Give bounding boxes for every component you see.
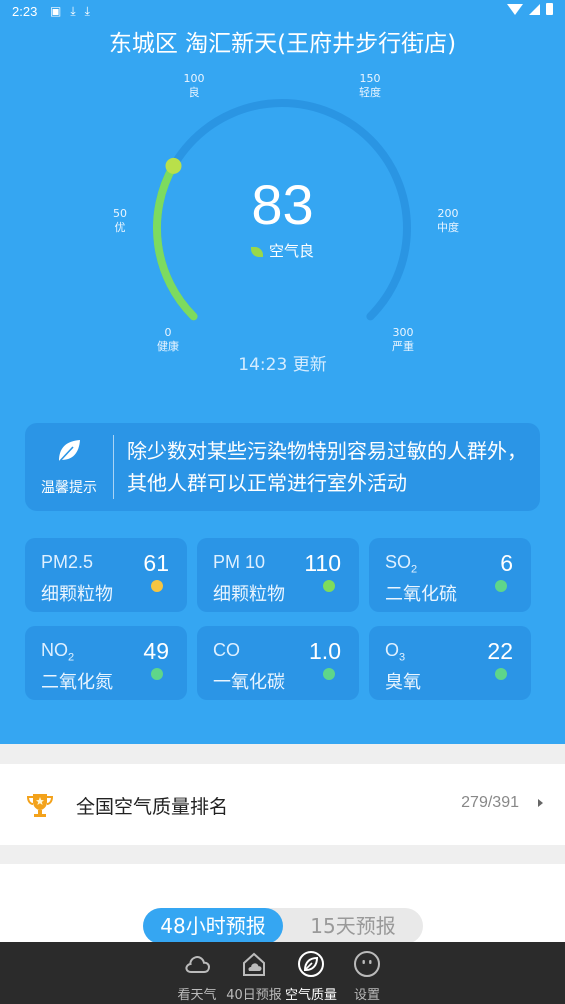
pollutant-value: 6 (500, 550, 513, 576)
bottom-nav: 看天气 40日预报 空气质量 设置 (0, 942, 565, 1004)
leaf-icon (250, 246, 263, 257)
leaf-icon (58, 440, 80, 463)
pollutant-description: 二氧化氮 (41, 672, 113, 693)
pollutant-card[interactable]: NO2 二氧化氮 49 (25, 626, 187, 700)
aqi-level: 空气良 (0, 240, 565, 261)
tip-text: 除少数对某些污染物特别容易过敏的人群外，其他人群可以正常进行室外活动 (127, 439, 527, 495)
pollutant-value: 1.0 (309, 638, 341, 664)
tip-divider (113, 435, 114, 499)
pollutant-card[interactable]: PM 10 细颗粒物 110 (197, 538, 359, 612)
leaf-circle-icon (298, 951, 324, 977)
tick-100: 100 良 (169, 72, 219, 100)
status-bar: 2:23 ▣ ⤓ ⤓ (0, 0, 565, 24)
tip-icon-area: 温馨提示 (25, 423, 113, 511)
pollutant-subscript: 2 (68, 651, 75, 664)
nav-settings[interactable]: 设置 (337, 942, 397, 1004)
pollutant-name: O3 (385, 640, 405, 664)
tick-150: 150 轻度 (345, 72, 395, 100)
pollutant-description: 细颗粒物 (213, 584, 285, 605)
pollutant-symbol: PM 10 (213, 552, 266, 572)
pollutant-symbol: CO (213, 640, 240, 660)
pollutant-symbol: SO (385, 552, 412, 572)
pollutant-symbol: NO (41, 640, 68, 660)
status-right (507, 3, 553, 15)
cloud-icon (185, 956, 211, 973)
location-title[interactable]: 东城区 淘汇新天(王府井步行街店) (0, 24, 565, 58)
tip-title: 温馨提示 (41, 480, 97, 496)
status-time: 2:23 (12, 4, 38, 19)
pollutant-description: 二氧化硫 (385, 584, 457, 605)
ranking-value: 279/391 (461, 794, 519, 811)
download-icon-2: ⤓ (84, 4, 90, 18)
pollutant-card[interactable]: CO 一氧化碳 1.0 (197, 626, 359, 700)
pollutant-symbol: O (385, 640, 400, 660)
pollutant-name: NO2 (41, 640, 74, 664)
pollutant-value: 61 (143, 550, 169, 576)
aqi-level-text: 空气良 (268, 242, 314, 260)
pollutant-description: 臭氧 (385, 672, 421, 693)
pollutant-subscript: 2 (411, 563, 418, 576)
signal-icon (529, 3, 540, 15)
pollutant-card[interactable]: PM2.5 细颗粒物 61 (25, 538, 187, 612)
pollutant-value: 49 (143, 638, 169, 664)
update-time: 14:23 更新 (238, 355, 327, 375)
pollutant-value: 22 (487, 638, 513, 664)
pollutant-subscript: 3 (399, 651, 406, 664)
status-dot (151, 580, 163, 592)
forecast-tabs: 48小时预报 15天预报 (143, 908, 423, 944)
tick-label: 轻度 (359, 86, 381, 99)
tab-15-day[interactable]: 15天预报 (283, 908, 423, 944)
tick-label: 良 (188, 86, 200, 99)
forecast-section: 48小时预报 15天预报 (0, 864, 565, 944)
tick-value: 150 (359, 72, 381, 85)
pollutant-description: 一氧化碳 (213, 672, 285, 693)
download-icon: ⤓ (70, 4, 76, 18)
tick-value: 100 (183, 72, 205, 85)
tab-48-hour[interactable]: 48小时预报 (143, 908, 283, 944)
pollutant-name: PM2.5 (41, 552, 93, 573)
national-ranking-row[interactable]: 全国空气质量排名 279/391 (0, 764, 565, 845)
status-dot (495, 580, 507, 592)
pollutant-card[interactable]: SO2 二氧化硫 6 (369, 538, 531, 612)
ranking-label: 全国空气质量排名 (76, 796, 229, 818)
battery-icon (546, 3, 553, 15)
chevron-right-icon (538, 799, 543, 807)
health-tip-card: 温馨提示 除少数对某些污染物特别容易过敏的人群外，其他人群可以正常进行室外活动 (25, 423, 540, 511)
face-icon (354, 951, 380, 977)
pollutant-description: 细颗粒物 (41, 584, 113, 605)
trophy-icon (26, 794, 54, 817)
aqi-value: 83 (251, 173, 314, 236)
wifi-icon (507, 3, 523, 15)
pollutant-name: CO (213, 640, 240, 661)
tick-value: 0 (164, 326, 172, 339)
status-dot (151, 668, 163, 680)
status-dot (495, 668, 507, 680)
notification-a-icon: ▣ (50, 4, 62, 18)
status-notifications: ▣ ⤓ ⤓ (50, 4, 90, 19)
nav-label: 设置 (353, 988, 380, 1003)
tick-value: 300 (392, 326, 414, 339)
pollutant-name: PM 10 (213, 552, 265, 573)
pollutant-name: SO2 (385, 552, 417, 576)
pollutant-card[interactable]: O3 臭氧 22 (369, 626, 531, 700)
status-dot (323, 668, 335, 680)
air-quality-hero: 2:23 ▣ ⤓ ⤓ 东城区 淘汇新天(王府井步行街店) 0 健康 50 优 1… (0, 0, 565, 744)
pollutant-symbol: PM2.5 (41, 552, 94, 572)
home-cloud-icon (243, 952, 265, 976)
status-dot (323, 580, 335, 592)
aqi-gauge: 0 健康 50 优 100 良 150 轻度 200 中度 300 严重 83 … (0, 60, 565, 380)
pollutant-value: 110 (304, 550, 341, 576)
